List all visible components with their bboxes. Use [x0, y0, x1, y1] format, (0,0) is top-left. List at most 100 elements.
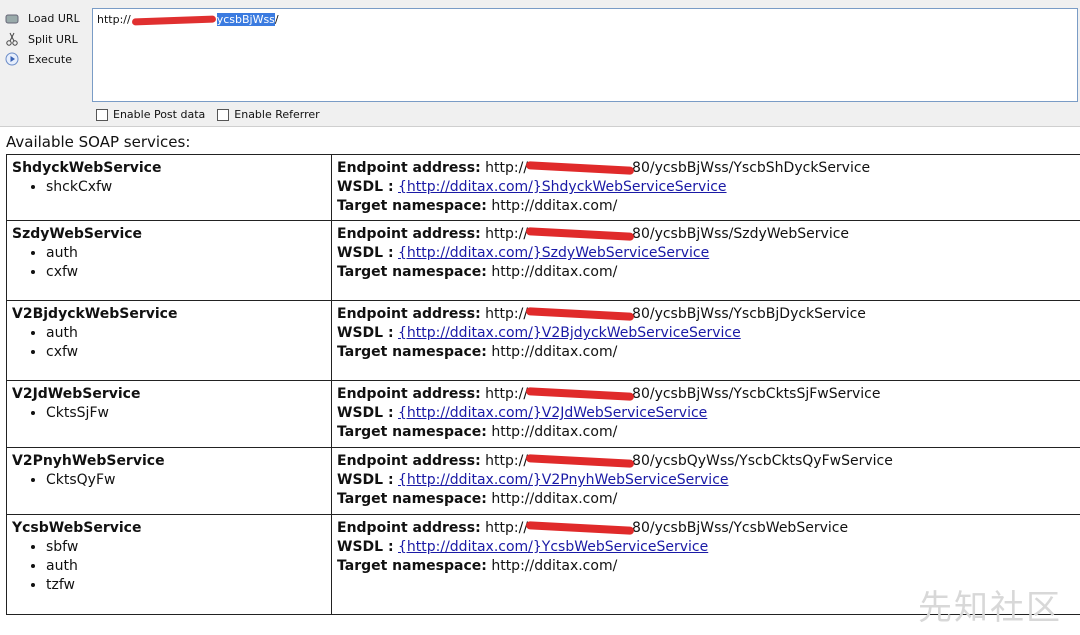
table-row: ShdyckWebService shckCxfw Endpoint addre…	[6, 154, 1080, 221]
options-row: Enable Post data Enable Referrer	[96, 108, 320, 121]
operations-list: auth cxfw	[12, 244, 326, 282]
wsdl-link[interactable]: {http://dditax.com/}V2JdWebServiceServic…	[398, 405, 707, 421]
service-name: SzdyWebService	[12, 226, 143, 242]
service-cell: SzdyWebService auth cxfw	[6, 220, 332, 301]
operations-list: shckCxfw	[12, 178, 326, 197]
wsdl-link[interactable]: {http://dditax.com/}V2PnyhWebServiceServ…	[398, 472, 729, 488]
url-prefix: http://	[97, 13, 131, 26]
endpoint-prefix: http://	[485, 386, 529, 402]
redaction-mark	[525, 227, 635, 241]
table-row: V2PnyhWebService CktsQyFw Endpoint addre…	[6, 447, 1080, 515]
list-item: cxfw	[46, 343, 326, 362]
enable-post-label: Enable Post data	[113, 108, 206, 121]
url-suffix: /	[274, 13, 279, 26]
service-details-cell: Endpoint address: http:// 80/ycsbBjWss/Ys…	[331, 300, 1080, 381]
namespace-value: http://dditax.com/	[491, 264, 618, 280]
list-item: auth	[46, 557, 326, 576]
service-name: ShdyckWebService	[12, 160, 162, 176]
operations-list: auth cxfw	[12, 324, 326, 362]
wsdl-label: WSDL :	[337, 325, 394, 341]
namespace-label: Target namespace:	[337, 491, 487, 507]
service-details-cell: Endpoint address: http:// 80/ycsbBjWss/Ys…	[331, 154, 1080, 221]
wsdl-link[interactable]: {http://dditax.com/}SzdyWebServiceServic…	[398, 245, 709, 261]
wsdl-link[interactable]: {http://dditax.com/}V2BjdyckWebServiceSe…	[398, 325, 741, 341]
service-cell: V2PnyhWebService CktsQyFw	[6, 447, 332, 515]
execute-button[interactable]: Execute	[4, 50, 72, 68]
namespace-label: Target namespace:	[337, 198, 487, 214]
endpoint-suffix: 80/ycsbBjWss/YscbCktsSjFwService	[632, 386, 881, 402]
hackbar-toolbar: Load URL Split URL Execute http:// ycsbBj…	[0, 0, 1080, 127]
service-cell: YcsbWebService sbfw auth tzfw	[6, 514, 332, 615]
wsdl-label: WSDL :	[337, 472, 394, 488]
services-table: ShdyckWebService shckCxfw Endpoint addre…	[6, 154, 1080, 615]
list-item: CktsQyFw	[46, 471, 326, 490]
list-item: tzfw	[46, 576, 326, 595]
service-name: YcsbWebService	[12, 520, 142, 536]
service-details-cell: Endpoint address: http:// 80/ycsbBjWss/Sz…	[331, 220, 1080, 301]
endpoint-suffix: 80/ycsbBjWss/YcsbWebService	[632, 520, 849, 536]
endpoint-label: Endpoint address:	[337, 226, 481, 242]
list-item: CktsSjFw	[46, 404, 326, 423]
list-item: auth	[46, 324, 326, 343]
list-item: cxfw	[46, 263, 326, 282]
url-textarea[interactable]: http:// ycsbBjWss/	[92, 8, 1078, 102]
wsdl-link[interactable]: {http://dditax.com/}ShdyckWebServiceServ…	[398, 179, 727, 195]
namespace-value: http://dditax.com/	[491, 424, 618, 440]
enable-referrer-label: Enable Referrer	[234, 108, 320, 121]
table-row: SzdyWebService auth cxfw Endpoint addres…	[6, 220, 1080, 301]
service-name: V2BjdyckWebService	[12, 306, 178, 322]
endpoint-suffix: 80/ycsbBjWss/YscbBjDyckService	[632, 306, 866, 322]
page-heading: Available SOAP services:	[6, 133, 191, 151]
table-row: V2BjdyckWebService auth cxfw Endpoint ad…	[6, 300, 1080, 381]
wsdl-label: WSDL :	[337, 245, 394, 261]
checkbox-box[interactable]	[217, 108, 230, 121]
wsdl-label: WSDL :	[337, 539, 394, 555]
endpoint-suffix: 80/ycsbBjWss/SzdyWebService	[632, 226, 850, 242]
checkbox-box[interactable]	[96, 108, 108, 121]
endpoint-prefix: http://	[485, 226, 529, 242]
namespace-label: Target namespace:	[337, 344, 487, 360]
table-row: V2JdWebService CktsSjFw Endpoint address…	[6, 380, 1080, 448]
redaction-mark	[131, 15, 216, 25]
redaction-mark	[525, 387, 635, 401]
wsdl-link[interactable]: {http://dditax.com/}YcsbWebServiceServic…	[398, 539, 708, 555]
enable-referrer-checkbox[interactable]: Enable Referrer	[217, 108, 320, 121]
namespace-value: http://dditax.com/	[491, 558, 618, 574]
redaction-mark	[525, 521, 635, 535]
list-item: shckCxfw	[46, 178, 326, 197]
endpoint-label: Endpoint address:	[337, 306, 481, 322]
load-url-icon	[4, 11, 20, 25]
service-cell: V2JdWebService CktsSjFw	[6, 380, 332, 448]
endpoint-label: Endpoint address:	[337, 453, 481, 469]
endpoint-suffix: 80/ycsbQyWss/YscbCktsQyFwService	[632, 453, 893, 469]
enable-post-checkbox[interactable]: Enable Post data	[96, 108, 205, 121]
split-url-button[interactable]: Split URL	[4, 30, 78, 48]
wsdl-label: WSDL :	[337, 405, 394, 421]
scissors-icon	[4, 32, 20, 46]
service-cell: V2BjdyckWebService auth cxfw	[6, 300, 332, 381]
namespace-value: http://dditax.com/	[491, 491, 618, 507]
namespace-value: http://dditax.com/	[491, 344, 618, 360]
namespace-value: http://dditax.com/	[491, 198, 618, 214]
load-url-button[interactable]: Load URL	[4, 9, 80, 27]
service-details-cell: Endpoint address: http:// 80/ycsbBjWss/Ys…	[331, 380, 1080, 448]
load-url-label: Load URL	[28, 11, 80, 25]
operations-list: CktsSjFw	[12, 404, 326, 423]
endpoint-prefix: http://	[485, 453, 529, 469]
redaction-mark	[525, 307, 635, 321]
wsdl-label: WSDL :	[337, 179, 394, 195]
endpoint-label: Endpoint address:	[337, 160, 481, 176]
endpoint-label: Endpoint address:	[337, 386, 481, 402]
operations-list: CktsQyFw	[12, 471, 326, 490]
service-name: V2PnyhWebService	[12, 453, 165, 469]
service-name: V2JdWebService	[12, 386, 141, 402]
endpoint-prefix: http://	[485, 160, 529, 176]
endpoint-suffix: 80/ycsbBjWss/YscbShDyckService	[632, 160, 871, 176]
execute-label: Execute	[28, 52, 72, 66]
namespace-label: Target namespace:	[337, 558, 487, 574]
list-item: auth	[46, 244, 326, 263]
split-url-label: Split URL	[28, 32, 78, 46]
endpoint-label: Endpoint address:	[337, 520, 481, 536]
operations-list: sbfw auth tzfw	[12, 538, 326, 595]
endpoint-prefix: http://	[485, 306, 529, 322]
